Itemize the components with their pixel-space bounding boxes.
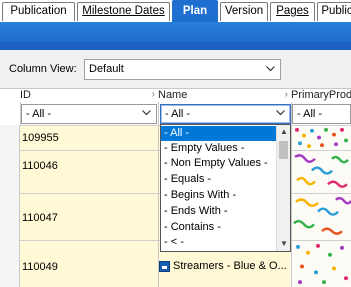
product-thumbnail xyxy=(292,151,351,193)
scroll-thumb[interactable] xyxy=(279,141,288,159)
column-view-label: Column View: xyxy=(9,63,77,75)
filter-option-empty[interactable]: - Empty Values - xyxy=(161,141,277,156)
tab-publication[interactable]: Publication xyxy=(2,2,75,21)
filter-option-contains[interactable]: - Contains - xyxy=(161,220,277,235)
column-header-primary[interactable]: PrimaryProd xyxy=(291,89,351,102)
row-selector-column xyxy=(0,125,20,287)
filter-option-begins-with[interactable]: - Begins With - xyxy=(161,188,277,203)
id-value: 110046 xyxy=(22,160,58,172)
column-header-id-label: ID xyxy=(20,89,31,101)
product-thumbnail xyxy=(292,194,351,240)
header-band-bottom xyxy=(0,42,351,50)
id-cell: 110049 xyxy=(20,241,158,287)
id-cell: 109955 xyxy=(20,126,158,150)
dropdown-scrollbar[interactable]: ▲ ▼ xyxy=(276,125,290,251)
chevron-down-icon xyxy=(266,66,275,72)
streamers-image xyxy=(292,194,351,240)
tab-pages[interactable]: Pages xyxy=(270,2,315,21)
product-thumbnail xyxy=(292,241,351,287)
tab-strip: Publication Milestone Dates Plan Version… xyxy=(0,0,351,22)
filter-option-equals[interactable]: - Equals - xyxy=(161,172,277,187)
chevron-right-icon: › xyxy=(284,89,288,100)
product-thumbnail xyxy=(292,126,351,150)
filter-primary-value: - All - xyxy=(297,108,323,120)
filter-name-value: - All - xyxy=(165,108,191,120)
column-header-name[interactable]: Name › xyxy=(158,89,290,102)
column-header-id[interactable]: ID › xyxy=(20,89,157,102)
name-value[interactable]: Streamers - Blue & O... xyxy=(173,260,287,272)
id-value: 110049 xyxy=(22,261,58,273)
filter-primary-select[interactable]: - All - xyxy=(292,104,351,124)
filter-options-dropdown[interactable]: - All - - Empty Values - - Non Empty Val… xyxy=(160,124,291,252)
chevron-down-icon xyxy=(276,110,285,116)
chevron-right-icon: › xyxy=(151,89,155,100)
id-value: 110047 xyxy=(22,212,58,224)
filter-option-non-empty[interactable]: - Non Empty Values - xyxy=(161,156,277,171)
tab-plan[interactable]: Plan xyxy=(172,0,218,22)
confetti-image xyxy=(292,126,351,150)
column-view-value: Default xyxy=(89,63,124,75)
filter-option-ends-with[interactable]: - Ends With - xyxy=(161,204,277,219)
streamers-image xyxy=(292,151,351,193)
id-cell: 110047 xyxy=(20,194,158,240)
tab-pages-label: Pages xyxy=(276,5,309,17)
column-view-select[interactable]: Default xyxy=(84,59,281,80)
tab-version[interactable]: Version xyxy=(220,2,268,21)
filter-id-select[interactable]: - All - xyxy=(21,104,157,124)
filter-option-all[interactable]: - All - xyxy=(161,126,277,141)
column-header-name-label: Name xyxy=(158,89,188,101)
tab-public[interactable]: Public xyxy=(317,2,351,21)
id-cell: 110046 xyxy=(20,151,158,193)
chevron-down-icon xyxy=(142,110,151,116)
filter-name-select[interactable]: - All - xyxy=(160,104,291,124)
tab-milestone-dates[interactable]: Milestone Dates xyxy=(77,2,170,21)
confetti-image xyxy=(292,241,351,287)
tab-milestone-dates-label: Milestone Dates xyxy=(82,5,165,17)
column-header-primary-label: PrimaryProd xyxy=(291,89,351,101)
filter-id-value: - All - xyxy=(26,108,52,120)
filter-option-less-than[interactable]: - < - xyxy=(161,235,277,250)
scroll-up-icon[interactable]: ▲ xyxy=(279,127,289,137)
scroll-down-icon[interactable]: ▼ xyxy=(279,239,289,249)
product-doc-icon xyxy=(159,261,170,272)
id-value: 109955 xyxy=(22,132,59,144)
